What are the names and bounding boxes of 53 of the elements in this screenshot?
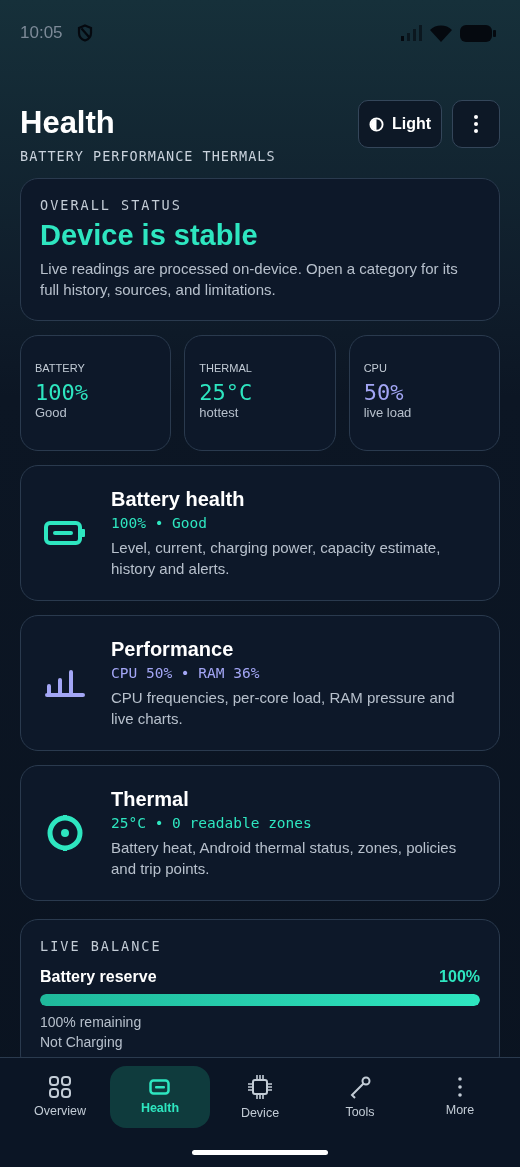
wifi-icon [430,24,452,42]
category-title: Performance [111,637,235,661]
remaining-text: 100% remaining [40,1013,143,1032]
battery-icon [44,521,86,545]
more-options-button[interactable] [452,100,500,148]
category-description: CPU frequencies, per-core load, RAM pressure and live charts. [111,687,456,729]
more-icon [458,1077,462,1097]
stat-label: THERMAL [199,362,253,374]
category-card[interactable]: Battery health 100% • Good Level, current, charging power, capacity estimate, history and alerts. [20,465,500,601]
status-label: OVERALL STATUS [40,197,183,213]
meter-title: Battery reserve [40,968,157,986]
battery-icon [149,1079,171,1095]
status-headline: Device is stable [40,219,259,252]
category-summary: CPU 50% • RAM 36% [111,664,261,681]
contrast-icon [368,116,384,132]
stat-value: 100% [35,380,89,405]
page-subtitle: BATTERY PERFORMANCE THERMALS [20,148,277,164]
category-card[interactable]: Thermal 25°C • 0 readable zones Battery heat, Android thermal status, zones, policies and trip points. [20,765,500,901]
stat-note: live load [363,405,413,420]
stat-note: hottest [199,405,240,420]
battery-icon [460,24,496,42]
status-time: 10:05 [20,23,63,43]
category-summary: 25°C • 0 readable zones [111,814,313,831]
stat-label: CPU [363,362,388,374]
shield-icon [76,24,93,42]
page-title: Health [20,104,116,142]
category-title: Battery health [111,487,246,511]
signal-icon [400,25,422,41]
nav-tab[interactable]: More [410,1066,510,1128]
category-description: Level, current, charging power, capacity estimate, history and alerts. [111,537,442,579]
key-icon [348,1075,372,1099]
nav-tab[interactable]: Device [210,1066,310,1128]
stat-note: Good [35,405,68,420]
nav-tab[interactable]: Health [110,1066,210,1128]
nav-tab[interactable]: Overview [10,1066,110,1128]
charging-status: Not Charging [40,1033,124,1052]
category-description: Battery heat, Android thermal status, zones, policies and trip points. [111,837,458,879]
more-icon [474,115,478,133]
stat-value: 25°C [199,380,254,405]
category-title: Thermal [111,787,190,811]
nav-tab[interactable]: Tools [310,1066,410,1128]
category-summary: 100% • Good [111,514,209,531]
stat-value: 50% [363,380,405,405]
chip-icon [247,1074,273,1100]
target-icon [46,813,84,853]
grid-icon [49,1076,71,1098]
category-card[interactable]: Performance CPU 50% • RAM 36% CPU frequencies, per-core load, RAM pressure and live charts. [20,615,500,751]
live-balance-label: LIVE BALANCE [40,938,163,954]
bar-chart-icon [45,668,85,698]
meter-reading: 100% [439,968,480,986]
stat-label: BATTERY [35,362,86,374]
status-description: Live readings are processed on-device. Open a category for its full history, sources, and limitations. [40,259,459,300]
theme-button[interactable]: Light [358,100,442,148]
